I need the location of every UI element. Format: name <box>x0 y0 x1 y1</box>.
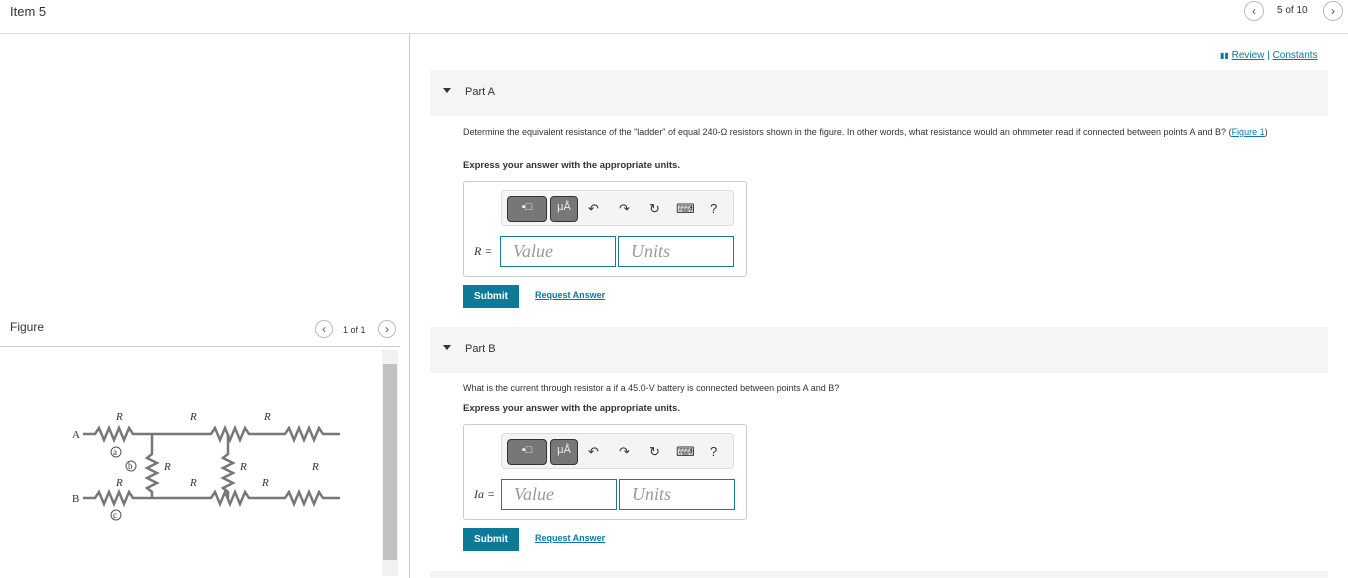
math-toolbar: ▪□ μÅ ↶ ↷ ↻ ⌨ ? <box>501 190 734 226</box>
figure-link[interactable]: Figure 1 <box>1232 127 1265 137</box>
resistor-label: R <box>261 477 269 489</box>
variable-label: Ia = <box>474 487 496 501</box>
value-input[interactable]: Value <box>501 479 617 510</box>
templates-button[interactable]: ▪□ <box>507 196 547 222</box>
review-link[interactable]: Review <box>1232 50 1265 61</box>
figure-divider <box>0 346 400 347</box>
next-item-button[interactable]: › <box>1323 1 1343 21</box>
part-b-instruction: Express your answer with the appropriate… <box>463 403 680 414</box>
request-answer-link[interactable]: Request Answer <box>535 290 605 300</box>
scrollbar-thumb[interactable] <box>383 364 397 560</box>
redo-icon[interactable]: ↷ <box>619 444 630 460</box>
resistor-label: R <box>115 477 123 489</box>
book-icon: ▮▮ <box>1220 51 1229 60</box>
reset-icon[interactable]: ↻ <box>649 444 660 460</box>
resistor-label: R <box>189 411 197 423</box>
submit-button[interactable]: Submit <box>463 528 519 551</box>
reset-icon[interactable]: ↻ <box>649 201 660 217</box>
undo-icon[interactable]: ↶ <box>588 444 599 460</box>
part-b-question: What is the current through resistor a i… <box>463 383 840 393</box>
submit-button[interactable]: Submit <box>463 285 519 308</box>
resistor-label: R <box>239 461 247 473</box>
divider <box>409 34 410 578</box>
figure-title: Figure <box>10 320 45 334</box>
part-a-header[interactable]: Part A <box>430 70 1328 116</box>
label-b: b <box>128 461 133 471</box>
part-b-answer-box: ▪□ μÅ ↶ ↷ ↻ ⌨ ? Ia = Value Units <box>463 424 747 520</box>
prev-item-button[interactable]: ‹ <box>1244 1 1264 21</box>
help-icon[interactable]: ? <box>710 444 717 459</box>
next-part-header <box>430 571 1328 578</box>
units-button[interactable]: μÅ <box>550 196 578 222</box>
units-input[interactable]: Units <box>618 236 734 267</box>
part-b-header[interactable]: Part B <box>430 327 1328 373</box>
value-input[interactable]: Value <box>500 236 616 267</box>
resistor-label: R <box>189 477 197 489</box>
label-c: c <box>113 510 117 520</box>
undo-icon[interactable]: ↶ <box>588 201 599 217</box>
variable-label: R = <box>474 244 493 258</box>
redo-icon[interactable]: ↷ <box>619 201 630 217</box>
part-a-question: Determine the equivalent resistance of t… <box>463 127 1268 137</box>
collapse-caret-icon <box>443 345 451 350</box>
constants-link[interactable]: Constants <box>1273 50 1318 61</box>
top-bar: Item 5 ‹ 5 of 10 › <box>0 0 1348 34</box>
figure-pager: 1 of 1 <box>343 325 366 335</box>
next-figure-button[interactable]: › <box>378 320 396 338</box>
resource-links: ▮▮ Review | Constants <box>1220 50 1318 61</box>
request-answer-link[interactable]: Request Answer <box>535 533 605 543</box>
label-B: B <box>72 493 79 505</box>
collapse-caret-icon <box>443 88 451 93</box>
part-a-answer-box: ▪□ μÅ ↶ ↷ ↻ ⌨ ? R = Value Units <box>463 181 747 277</box>
keyboard-icon[interactable]: ⌨ <box>676 444 695 460</box>
part-a-instruction: Express your answer with the appropriate… <box>463 160 680 171</box>
ladder-circuit-figure: A B R R R R R R R R R a b c <box>72 411 340 521</box>
templates-button[interactable]: ▪□ <box>507 439 547 465</box>
math-toolbar: ▪□ μÅ ↶ ↷ ↻ ⌨ ? <box>501 433 734 469</box>
units-button[interactable]: μÅ <box>550 439 578 465</box>
prev-figure-button[interactable]: ‹ <box>315 320 333 338</box>
keyboard-icon[interactable]: ⌨ <box>676 201 695 217</box>
label-a: a <box>113 447 117 457</box>
part-b-label: Part B <box>465 343 496 355</box>
item-pager: 5 of 10 <box>1277 5 1308 16</box>
item-title: Item 5 <box>10 4 47 19</box>
help-icon[interactable]: ? <box>710 201 717 216</box>
resistor-label: R <box>163 461 171 473</box>
resistor-label: R <box>115 411 123 423</box>
link-separator: | <box>1267 50 1270 61</box>
label-A: A <box>72 429 80 441</box>
figure-scrollbar[interactable] <box>382 350 398 576</box>
resistor-label: R <box>263 411 271 423</box>
resistor-label: R <box>311 461 319 473</box>
units-input[interactable]: Units <box>619 479 735 510</box>
part-a-label: Part A <box>465 86 495 98</box>
